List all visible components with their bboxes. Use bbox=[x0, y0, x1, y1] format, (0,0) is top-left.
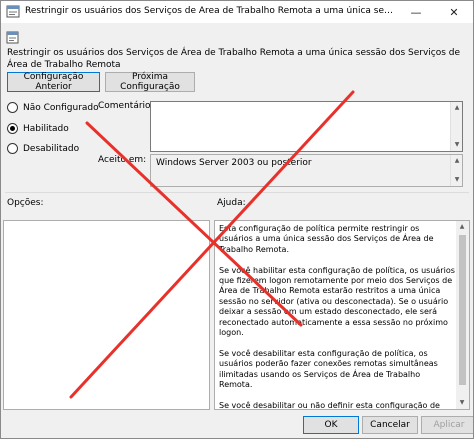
radio-not-configured[interactable]: Não Configurado bbox=[7, 102, 99, 113]
help-panel: Esta configuração de política permite re… bbox=[214, 220, 470, 410]
radio-selected-dot bbox=[10, 126, 15, 131]
help-paragraph: Se você desabilitar esta configuração de… bbox=[219, 348, 438, 390]
help-text: Esta configuração de política permite re… bbox=[219, 224, 455, 410]
comment-textarea[interactable]: ▲ ▼ bbox=[150, 101, 463, 152]
scroll-down-arrow-icon[interactable]: ▼ bbox=[456, 397, 468, 409]
supported-on-field: Windows Server 2003 ou posterior ▲ ▼ bbox=[150, 154, 463, 187]
radio-circle[interactable] bbox=[7, 143, 18, 154]
radio-enabled[interactable]: Habilitado bbox=[7, 123, 69, 134]
scrollbar-thumb[interactable] bbox=[459, 235, 466, 385]
comment-scrollbar[interactable]: ▲ ▼ bbox=[450, 102, 462, 151]
comment-label: Comentário: bbox=[98, 101, 154, 111]
ok-button[interactable]: OK bbox=[303, 416, 359, 434]
scroll-up-arrow-icon[interactable]: ▲ bbox=[456, 221, 468, 233]
radio-label: Habilitado bbox=[23, 123, 69, 134]
scroll-up-arrow-icon[interactable]: ▲ bbox=[451, 155, 463, 167]
help-label: Ajuda: bbox=[217, 198, 246, 208]
help-paragraph: Se você habilitar esta configuração de p… bbox=[219, 265, 455, 338]
policy-heading: Restringir os usuários dos Serviços de Á… bbox=[7, 48, 461, 70]
scroll-down-arrow-icon[interactable]: ▼ bbox=[451, 139, 463, 151]
options-label: Opções: bbox=[7, 198, 44, 208]
scroll-down-arrow-icon[interactable]: ▼ bbox=[451, 174, 463, 186]
policy-setting-icon bbox=[6, 31, 19, 44]
cancel-button[interactable]: Cancelar bbox=[362, 416, 418, 434]
minimize-button[interactable]: — bbox=[397, 1, 435, 23]
radio-circle-selected[interactable] bbox=[7, 123, 18, 134]
policy-icon bbox=[6, 5, 20, 18]
supported-on-value: Windows Server 2003 ou posterior bbox=[156, 158, 312, 168]
previous-setting-button[interactable]: Configuração Anterior bbox=[7, 72, 100, 92]
scroll-up-arrow-icon[interactable]: ▲ bbox=[451, 102, 463, 114]
section-divider bbox=[5, 192, 469, 193]
radio-disabled[interactable]: Desabilitado bbox=[7, 143, 79, 154]
options-panel bbox=[3, 220, 210, 410]
help-paragraph: Esta configuração de política permite re… bbox=[219, 224, 434, 254]
radio-circle[interactable] bbox=[7, 102, 18, 113]
next-setting-button[interactable]: Próxima Configuração bbox=[105, 72, 195, 92]
supported-scrollbar[interactable]: ▲ ▼ bbox=[450, 155, 462, 186]
window-title: Restringir os usuários dos Serviços de Á… bbox=[25, 6, 395, 16]
radio-label: Desabilitado bbox=[23, 143, 80, 154]
apply-button[interactable]: Aplicar bbox=[421, 416, 473, 434]
help-scrollbar[interactable]: ▲ ▼ bbox=[456, 221, 469, 409]
title-bar[interactable]: Restringir os usuários dos Serviços de Á… bbox=[1, 1, 473, 23]
help-paragraph: Se você desabilitar ou não definir esta … bbox=[219, 400, 440, 410]
radio-label: Não Configurado bbox=[23, 102, 99, 113]
close-button[interactable]: ✕ bbox=[435, 1, 473, 23]
supported-on-label: Aceito em: bbox=[98, 155, 147, 165]
policy-dialog: Restringir os usuários dos Serviços de Á… bbox=[0, 0, 474, 439]
